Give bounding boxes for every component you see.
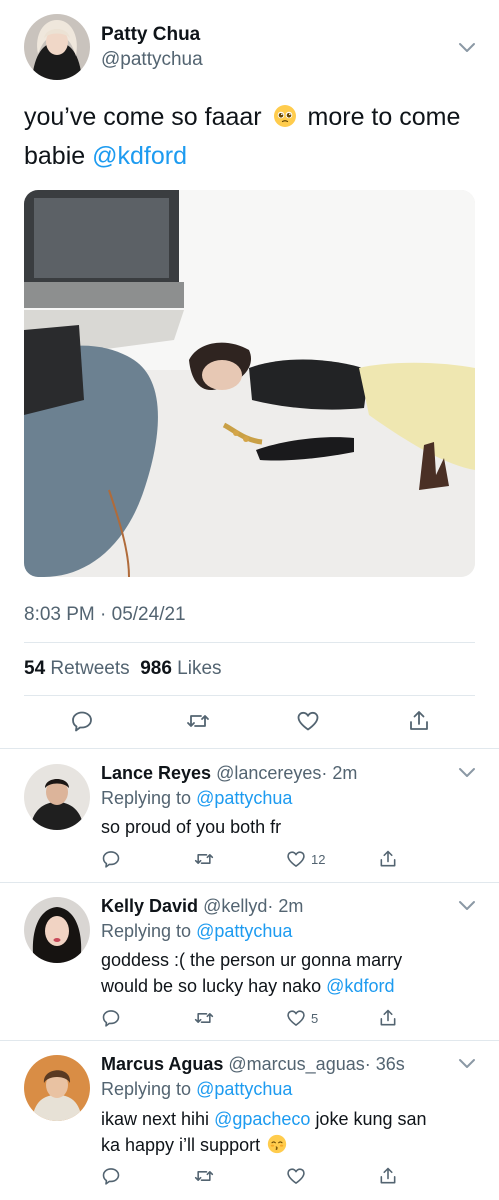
chevron-down-icon[interactable] — [458, 1058, 476, 1070]
tweet-text-part: you’ve come so faaar — [24, 103, 262, 131]
reply-text-part: would be so lucky hay nako — [101, 976, 322, 996]
divider — [24, 695, 475, 696]
author-handle[interactable]: @pattychua — [101, 49, 203, 71]
share-icon[interactable] — [378, 1008, 398, 1028]
reply-header: Kelly David @kellyd· 2m — [101, 896, 303, 917]
reply-author-name[interactable]: Lance Reyes — [101, 763, 211, 783]
reply-time[interactable]: · 2m — [267, 896, 303, 916]
reply-text: goddess :( the person ur gonna marry wou… — [101, 947, 471, 999]
retweet-icon[interactable] — [186, 709, 210, 733]
replying-to: Replying to @pattychua — [101, 788, 292, 809]
avatar[interactable] — [24, 897, 90, 963]
heart-icon[interactable] — [286, 1008, 306, 1028]
replying-to-label: Replying to — [101, 921, 192, 941]
reply-icon[interactable] — [101, 849, 121, 869]
reply-text-part: ka happy i’ll support — [101, 1135, 261, 1155]
author-name[interactable]: Patty Chua — [101, 24, 200, 46]
tweet-timestamp[interactable]: 8:03 PM · 05/24/21 — [24, 604, 186, 626]
divider — [0, 748, 499, 749]
tweet-photo[interactable] — [24, 190, 475, 577]
divider — [0, 1040, 499, 1041]
reply-text: so proud of you both fr — [101, 817, 282, 837]
reply-author-name[interactable]: Marcus Aguas — [101, 1054, 223, 1074]
retweet-icon[interactable] — [194, 1008, 214, 1028]
retweets-label[interactable]: Retweets — [50, 658, 129, 679]
retweet-icon[interactable] — [194, 1166, 214, 1186]
chevron-down-icon[interactable] — [458, 900, 476, 912]
reply-icon[interactable] — [101, 1166, 121, 1186]
like-count: 12 — [311, 852, 326, 867]
reply-author-handle[interactable]: @marcus_aguas — [228, 1054, 364, 1074]
reply-author-handle[interactable]: @kellyd — [203, 896, 267, 916]
heart-icon[interactable] — [286, 1166, 306, 1186]
reply-text-part: ikaw next hihi — [101, 1109, 210, 1129]
mention-link[interactable]: @gpacheco — [214, 1109, 310, 1129]
divider — [0, 882, 499, 883]
avatar[interactable] — [24, 1055, 90, 1121]
likes-count[interactable]: 986 — [140, 658, 172, 679]
reply-header: Marcus Aguas @marcus_aguas· 36s — [101, 1054, 405, 1075]
heart-icon[interactable] — [286, 849, 306, 869]
reply-author-handle[interactable]: @lancereyes — [216, 763, 321, 783]
chevron-down-icon[interactable] — [458, 42, 476, 54]
reply-time[interactable]: · 2m — [321, 763, 357, 783]
tweet-stats: 54 Retweets 986 Likes — [24, 658, 222, 680]
share-icon[interactable] — [407, 709, 431, 733]
reply-text-part: goddess :( the person ur gonna marry — [101, 950, 403, 970]
avatar[interactable] — [24, 764, 90, 830]
retweet-icon[interactable] — [194, 849, 214, 869]
reply-time[interactable]: · 36s — [365, 1054, 405, 1074]
share-icon[interactable] — [378, 1166, 398, 1186]
kissing-face-icon — [267, 1134, 287, 1154]
retweets-count[interactable]: 54 — [24, 658, 45, 679]
mention-link[interactable]: @pattychua — [196, 1079, 292, 1099]
likes-label[interactable]: Likes — [177, 658, 221, 679]
tweet-text: you’ve come so faaar more to come babie … — [24, 98, 474, 176]
avatar[interactable] — [24, 14, 90, 80]
mention-link[interactable]: @kdford — [92, 142, 187, 170]
divider — [24, 642, 475, 643]
chevron-down-icon[interactable] — [458, 767, 476, 779]
share-icon[interactable] — [378, 849, 398, 869]
replying-to: Replying to @pattychua — [101, 921, 292, 942]
replying-to-label: Replying to — [101, 788, 192, 808]
mention-link[interactable]: @pattychua — [196, 921, 292, 941]
reply-author-name[interactable]: Kelly David — [101, 896, 198, 916]
like-count: 5 — [311, 1011, 319, 1026]
pleading-face-icon — [273, 105, 296, 127]
reply-text-part: joke kung san — [315, 1109, 427, 1129]
mention-link[interactable]: @pattychua — [196, 788, 292, 808]
replying-to: Replying to @pattychua — [101, 1079, 292, 1100]
heart-icon[interactable] — [296, 709, 320, 733]
mention-link[interactable]: @kdford — [326, 976, 394, 996]
reply-icon[interactable] — [70, 709, 94, 733]
reply-header: Lance Reyes @lancereyes· 2m — [101, 763, 357, 784]
replying-to-label: Replying to — [101, 1079, 192, 1099]
reply-icon[interactable] — [101, 1008, 121, 1028]
reply-text: ikaw next hihi @gpacheco joke kung san k… — [101, 1106, 471, 1158]
